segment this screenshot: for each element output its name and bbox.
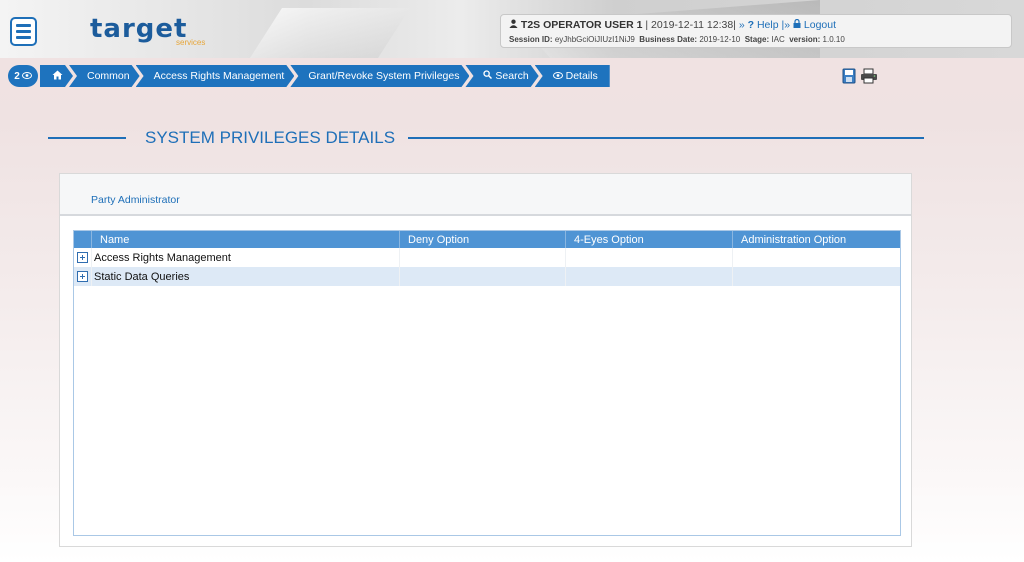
home-icon bbox=[52, 70, 63, 83]
search-icon bbox=[483, 70, 492, 82]
privilege-name: Access Rights Management bbox=[92, 248, 400, 267]
administration-option-cell bbox=[733, 267, 900, 286]
table-row[interactable]: Static Data Queries bbox=[74, 267, 900, 286]
help-icon: ? bbox=[747, 19, 755, 31]
administration-option-cell bbox=[733, 248, 900, 267]
stage-value: IAC bbox=[771, 35, 785, 44]
logout-link[interactable]: Logout bbox=[793, 18, 837, 31]
current-datetime: | 2019-12-11 12:38| bbox=[645, 19, 736, 31]
column-header-administration[interactable]: Administration Option bbox=[733, 231, 900, 248]
version-label: version: bbox=[789, 35, 821, 44]
expand-row-button[interactable] bbox=[74, 267, 92, 286]
four-eyes-option-cell bbox=[566, 248, 733, 267]
privilege-name: Static Data Queries bbox=[92, 267, 400, 286]
session-id-value: eyJhbGciOiJIUzI1NiJ9 bbox=[554, 35, 635, 44]
breadcrumb-label: Details bbox=[565, 70, 598, 82]
stage-label: Stage: bbox=[744, 35, 770, 44]
privileges-table: Name Deny Option 4-Eyes Option Administr… bbox=[73, 230, 901, 536]
breadcrumb-search[interactable]: Search bbox=[465, 65, 538, 87]
title-divider bbox=[48, 137, 126, 139]
help-prefix: » bbox=[738, 19, 745, 31]
eye-icon bbox=[21, 71, 32, 82]
page-tools bbox=[842, 68, 878, 84]
help-link[interactable]: ? Help bbox=[748, 19, 779, 31]
page-title: SYSTEM PRIVILEGES DETAILS bbox=[145, 128, 396, 147]
session-id-label: Session ID: bbox=[509, 35, 553, 44]
expand-row-button[interactable] bbox=[74, 248, 92, 267]
version-value: 1.0.10 bbox=[822, 35, 845, 44]
user-icon bbox=[509, 19, 521, 31]
role-name: Party Administrator bbox=[91, 194, 180, 206]
table-header: Name Deny Option 4-Eyes Option Administr… bbox=[74, 231, 900, 248]
breadcrumb-label: Common bbox=[87, 70, 130, 82]
open-windows-count: 2 bbox=[14, 70, 20, 82]
app-logo: target bbox=[90, 14, 188, 44]
business-date-label: Business Date: bbox=[639, 35, 698, 44]
column-header-four-eyes[interactable]: 4-Eyes Option bbox=[566, 231, 733, 248]
breadcrumb-label: Search bbox=[495, 70, 529, 82]
title-divider bbox=[408, 137, 924, 139]
logout-label: Logout bbox=[803, 19, 837, 31]
user-info-box: T2S OPERATOR USER 1 | 2019-12-11 12:38| … bbox=[500, 14, 1012, 48]
save-icon[interactable] bbox=[842, 68, 856, 84]
column-header-name[interactable]: Name bbox=[92, 231, 400, 248]
help-label: Help bbox=[756, 19, 779, 31]
app-header: target services T2S OPERATOR USER 1 | 20… bbox=[0, 0, 1024, 58]
table-row[interactable]: Access Rights Management bbox=[74, 248, 900, 267]
eye-icon bbox=[552, 70, 563, 82]
panel-header: Party Administrator bbox=[60, 174, 911, 216]
print-icon[interactable] bbox=[860, 68, 878, 84]
plus-icon bbox=[77, 271, 88, 282]
breadcrumb-common[interactable]: Common bbox=[69, 65, 140, 87]
breadcrumb-access-rights[interactable]: Access Rights Management bbox=[136, 65, 295, 87]
breadcrumb: 2 Common Access Rights Management Grant/… bbox=[8, 65, 610, 87]
breadcrumb-label: Grant/Revoke System Privileges bbox=[308, 70, 460, 82]
column-header-deny[interactable]: Deny Option bbox=[400, 231, 566, 248]
breadcrumb-label: Access Rights Management bbox=[153, 70, 285, 82]
deny-option-cell bbox=[400, 267, 566, 286]
hamburger-menu-icon[interactable] bbox=[10, 17, 37, 46]
open-windows-badge[interactable]: 2 bbox=[8, 65, 38, 87]
business-date-value: 2019-12-10 bbox=[699, 35, 741, 44]
breadcrumb-details[interactable]: Details bbox=[534, 65, 610, 87]
breadcrumb-home[interactable] bbox=[40, 65, 73, 87]
four-eyes-option-cell bbox=[566, 267, 733, 286]
logout-prefix: |» bbox=[781, 19, 791, 31]
header-decoration bbox=[250, 8, 410, 58]
page-title-row: SYSTEM PRIVILEGES DETAILS bbox=[48, 124, 924, 152]
app-logo-subtitle: services bbox=[176, 38, 206, 47]
details-panel: Party Administrator Name Deny Option 4-E… bbox=[59, 173, 912, 547]
user-name: T2S OPERATOR USER 1 bbox=[520, 19, 643, 31]
expand-column-header bbox=[74, 231, 92, 248]
deny-option-cell bbox=[400, 248, 566, 267]
breadcrumb-grant-revoke[interactable]: Grant/Revoke System Privileges bbox=[290, 65, 469, 87]
plus-icon bbox=[77, 252, 88, 263]
lock-icon bbox=[793, 18, 801, 31]
